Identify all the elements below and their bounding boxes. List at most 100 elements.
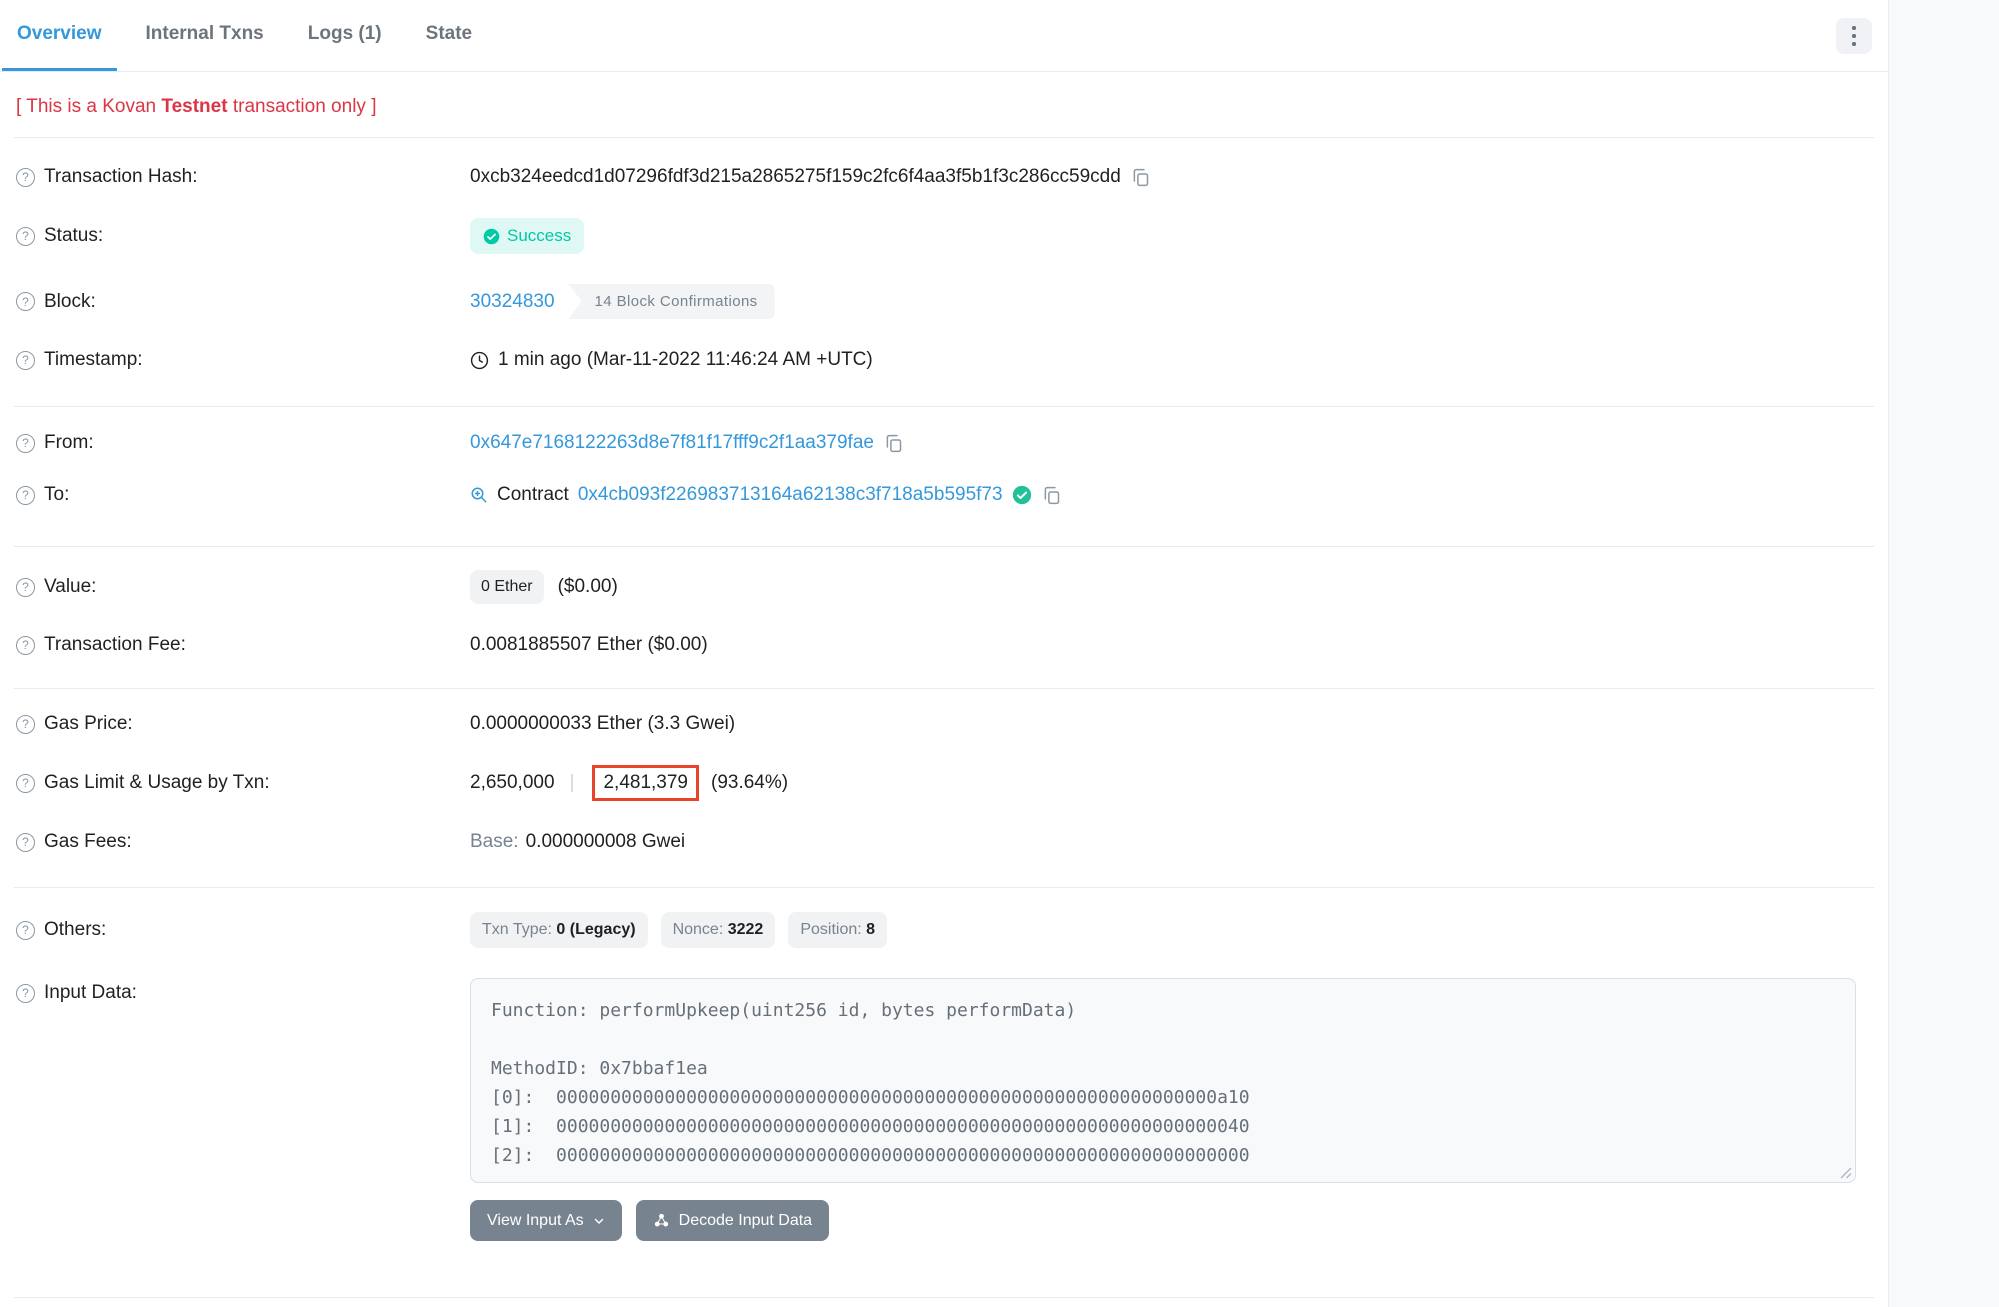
copy-icon[interactable] (1130, 167, 1151, 188)
input-data-textarea[interactable]: Function: performUpkeep(uint256 id, byte… (470, 978, 1856, 1183)
row-label: ? From: (16, 432, 470, 454)
row-transaction-hash: ? Transaction Hash: 0xcb324eedcd1d07296f… (0, 151, 1888, 203)
transaction-hash-value: 0xcb324eedcd1d07296fdf3d215a2865275f159c… (470, 166, 1121, 188)
row-gas-price: ? Gas Price: 0.0000000033 Ether (3.3 Gwe… (0, 698, 1888, 750)
tab-state[interactable]: State (411, 0, 487, 71)
row-label: ? Gas Limit & Usage by Txn: (16, 772, 470, 794)
view-input-as-label: View Input As (487, 1212, 584, 1230)
transaction-hash-label: Transaction Hash: (44, 166, 197, 188)
gas-price-label: Gas Price: (44, 713, 133, 735)
row-label: ? To: (16, 484, 470, 506)
value-usd-text: ($0.00) (558, 576, 618, 598)
status-value: Success (507, 226, 571, 246)
copy-icon[interactable] (1041, 485, 1062, 506)
transaction-card: Overview Internal Txns Logs (1) State [ … (0, 0, 1888, 1298)
row-label: ? Block: (16, 291, 470, 313)
row-value-amount: ? Value: 0 Ether ($0.00) (0, 555, 1888, 619)
help-icon[interactable]: ? (16, 636, 35, 655)
gas-fees-base-value: 0.000000008 Gwei (526, 831, 686, 853)
notice-suffix: transaction only ] (228, 96, 377, 117)
tab-logs[interactable]: Logs (1) (293, 0, 397, 71)
help-icon[interactable]: ? (16, 168, 35, 187)
decode-input-data-label: Decode Input Data (679, 1212, 812, 1230)
section-value-fee: ? Value: 0 Ether ($0.00) ? Transaction F… (0, 547, 1888, 688)
row-label: ? Status: (16, 225, 470, 247)
gas-used-highlight-box: 2,481,379 (592, 765, 699, 801)
transaction-fee-value: 0.0081885507 Ether ($0.00) (470, 634, 708, 656)
row-label: ? Gas Fees: (16, 831, 470, 853)
txn-type-key: Txn Type: (482, 921, 552, 938)
status-label: Status: (44, 225, 103, 247)
help-icon[interactable]: ? (16, 833, 35, 852)
row-gas-limit-usage: ? Gas Limit & Usage by Txn: 2,650,000 | … (0, 750, 1888, 816)
section-overview-top: ? Transaction Hash: 0xcb324eedcd1d07296f… (0, 138, 1888, 406)
to-address-link[interactable]: 0x4cb093f226983713164a62138c3f718a5b595f… (578, 484, 1003, 506)
help-icon[interactable]: ? (16, 921, 35, 940)
kebab-dot (1852, 34, 1856, 38)
txn-type-value: 0 (Legacy) (556, 921, 635, 938)
row-timestamp: ? Timestamp: 1 min ago (Mar-11-2022 11:4… (0, 334, 1888, 386)
help-icon[interactable]: ? (16, 774, 35, 793)
help-icon[interactable]: ? (16, 351, 35, 370)
gas-fees-base-label: Base: (470, 831, 519, 853)
more-options-button[interactable] (1836, 18, 1872, 54)
from-label: From: (44, 432, 94, 454)
gas-used-percent: (93.64%) (711, 772, 788, 794)
magnifier-plus-icon[interactable] (470, 486, 488, 504)
help-icon[interactable]: ? (16, 434, 35, 453)
row-value: 0.0000000033 Ether (3.3 Gwei) (470, 713, 1872, 735)
row-value: Base: 0.000000008 Gwei (470, 831, 1872, 853)
row-value: 30324830 14 Block Confirmations (470, 284, 1872, 319)
gas-limit-value: 2,650,000 (470, 772, 555, 794)
page-background-gutter (1888, 0, 1999, 1307)
notice-bold: Testnet (161, 96, 227, 117)
row-label: ? Transaction Hash: (16, 166, 470, 188)
row-value: 0x647e7168122263d8e7f81f17fff9c2f1aa379f… (470, 432, 1872, 454)
view-input-as-button[interactable]: View Input As (470, 1200, 622, 1241)
from-address-link[interactable]: 0x647e7168122263d8e7f81f17fff9c2f1aa379f… (470, 432, 874, 454)
block-number-link[interactable]: 30324830 (470, 291, 555, 313)
help-icon[interactable]: ? (16, 984, 35, 1003)
to-type-text: Contract (497, 484, 569, 506)
block-confirmations-badge: 14 Block Confirmations (569, 284, 775, 319)
tab-bar: Overview Internal Txns Logs (1) State (0, 0, 1888, 72)
row-status: ? Status: Success (0, 203, 1888, 269)
row-value: 0.0081885507 Ether ($0.00) (470, 634, 1872, 656)
nonce-key: Nonce: (673, 921, 724, 938)
help-icon[interactable]: ? (16, 578, 35, 597)
timestamp-value: 1 min ago (Mar-11-2022 11:46:24 AM +UTC) (498, 349, 873, 371)
kebab-dot (1852, 42, 1856, 46)
transaction-fee-label: Transaction Fee: (44, 634, 186, 656)
section-others-input: ? Others: Txn Type: 0 (Legacy) Nonce: 32… (0, 888, 1888, 1297)
position-badge: Position: 8 (788, 912, 887, 948)
status-badge: Success (470, 218, 584, 254)
decode-icon (653, 1212, 670, 1229)
decode-input-data-button[interactable]: Decode Input Data (636, 1200, 829, 1241)
row-gas-fees: ? Gas Fees: Base: 0.000000008 Gwei (0, 816, 1888, 868)
tab-overview[interactable]: Overview (2, 0, 117, 71)
help-icon[interactable]: ? (16, 292, 35, 311)
row-to: ? To: Contract 0x4cb093f226983713164a621… (0, 469, 1888, 521)
row-label: ? Transaction Fee: (16, 634, 470, 656)
help-icon[interactable]: ? (16, 227, 35, 246)
clock-icon (470, 351, 489, 370)
copy-icon[interactable] (883, 433, 904, 454)
to-label: To: (44, 484, 69, 506)
row-value: Success (470, 218, 1872, 254)
testnet-notice: [ This is a Kovan Testnet transaction on… (0, 72, 1888, 137)
block-label: Block: (44, 291, 96, 313)
tab-internal-txns[interactable]: Internal Txns (131, 0, 279, 71)
value-amount-badge: 0 Ether (470, 570, 544, 604)
row-value: 2,650,000 | 2,481,379 (93.64%) (470, 765, 1872, 801)
row-label: ? Input Data: (16, 982, 470, 1004)
resize-handle[interactable] (1840, 1167, 1852, 1179)
row-others: ? Others: Txn Type: 0 (Legacy) Nonce: 32… (0, 897, 1888, 963)
kebab-dot (1852, 26, 1856, 30)
chevron-down-icon (593, 1215, 605, 1227)
value-label: Value: (44, 576, 96, 598)
help-icon[interactable]: ? (16, 486, 35, 505)
help-icon[interactable]: ? (16, 715, 35, 734)
nonce-badge: Nonce: 3222 (661, 912, 776, 948)
row-transaction-fee: ? Transaction Fee: 0.0081885507 Ether ($… (0, 619, 1888, 671)
nonce-value: 3222 (728, 921, 764, 938)
